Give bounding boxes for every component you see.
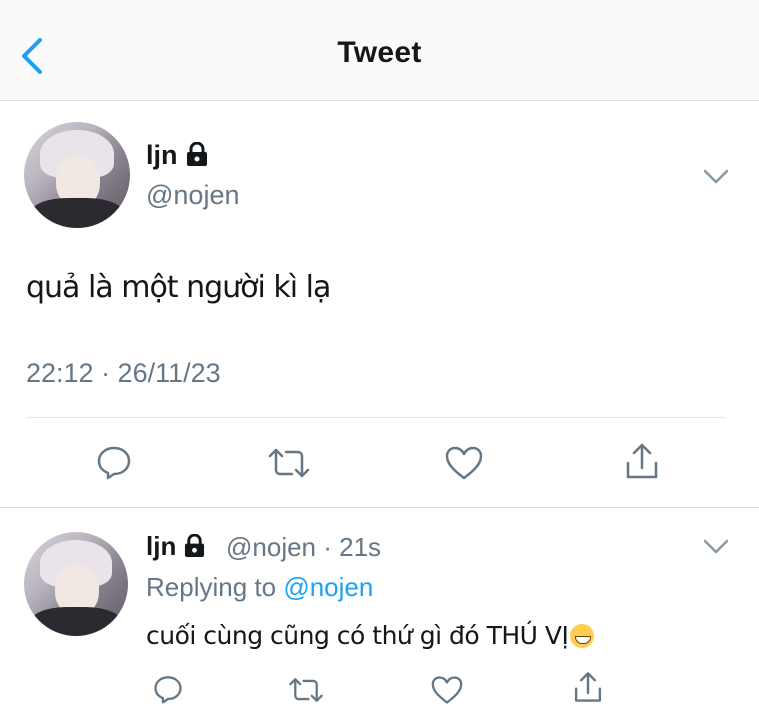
page-title: Tweet <box>337 36 422 69</box>
reply-handle[interactable]: @nojen <box>226 532 316 562</box>
lock-icon <box>186 142 207 166</box>
top-bar: Tweet <box>0 0 759 101</box>
tweet-text: quả là một người kì lạ <box>26 270 331 305</box>
like-icon[interactable] <box>444 445 484 481</box>
divider <box>0 507 759 508</box>
display-name-text: ljn <box>146 140 178 170</box>
reply-text-content: cuối cùng cũng có thứ gì đó THÚ VỊ <box>146 621 569 650</box>
reply-avatar[interactable] <box>24 532 128 636</box>
avatar[interactable] <box>24 122 130 228</box>
share-icon[interactable] <box>571 670 605 704</box>
grinning-emoji <box>570 624 595 648</box>
reply-text: cuối cùng cũng có thứ gì đó THÚ VỊ <box>146 621 595 650</box>
lock-icon <box>185 534 205 557</box>
reply-icon[interactable] <box>153 674 183 704</box>
retweet-icon[interactable] <box>266 446 312 480</box>
tweet-timestamp[interactable]: 22:12 · 26/11/23 <box>26 358 221 389</box>
share-icon[interactable] <box>622 441 662 481</box>
reply-icon[interactable] <box>96 444 132 480</box>
reply-time[interactable]: 21s <box>339 532 381 562</box>
replying-to-label: Replying to <box>146 572 277 602</box>
chevron-down-icon[interactable] <box>703 168 729 186</box>
retweet-icon[interactable] <box>287 676 325 704</box>
like-icon[interactable] <box>430 675 464 705</box>
user-handle[interactable]: @nojen <box>146 180 239 211</box>
reply-display-name-text: ljn <box>146 531 177 561</box>
display-name[interactable]: ljn <box>146 140 208 171</box>
divider <box>26 417 726 418</box>
reply-handle-time: @nojen · 21s <box>226 532 381 563</box>
reply-display-name[interactable]: ljn <box>146 531 205 562</box>
replying-to: Replying to @nojen <box>146 572 373 603</box>
separator-dot: · <box>316 532 340 562</box>
replying-to-link[interactable]: @nojen <box>283 572 373 602</box>
chevron-down-icon[interactable] <box>703 538 729 556</box>
